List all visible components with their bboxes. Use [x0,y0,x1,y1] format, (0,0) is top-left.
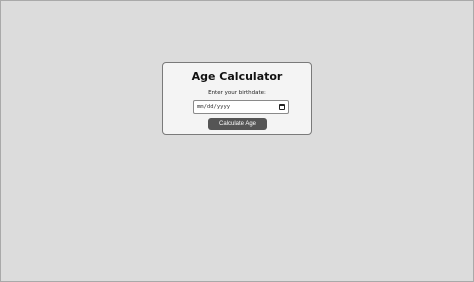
calculate-age-button[interactable]: Calculate Age [208,118,267,130]
calendar-icon[interactable] [279,104,285,110]
birthdate-placeholder: mm/dd/yyyy [197,104,231,110]
age-calculator-card: Age Calculator Enter your birthdate: mm/… [162,62,312,135]
birthdate-label: Enter your birthdate: [208,90,266,96]
birthdate-input[interactable]: mm/dd/yyyy [193,100,289,114]
page-title: Age Calculator [191,70,283,83]
viewport-frame [0,0,474,282]
